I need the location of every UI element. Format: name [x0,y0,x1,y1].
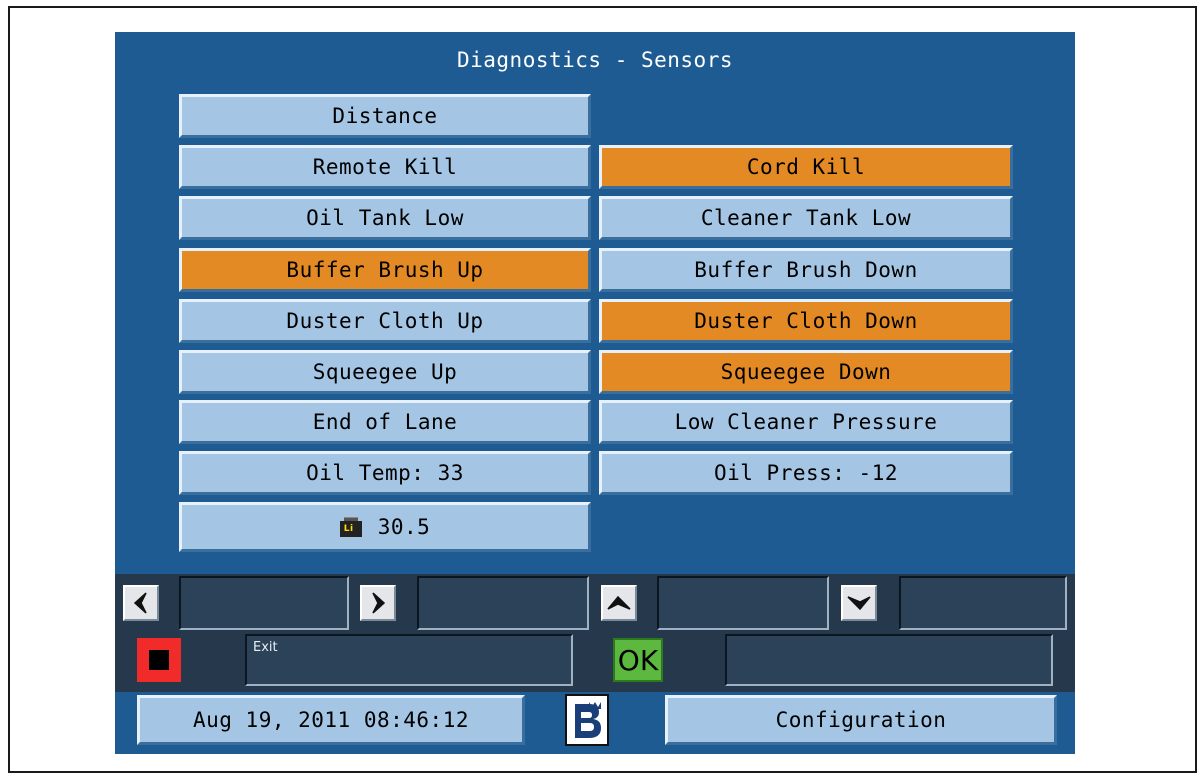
sensor-duster-cloth-down[interactable]: Duster Cloth Down [599,299,1013,343]
status-field [725,634,1053,686]
battery-icon: Li [339,517,362,537]
sensor-cleaner-tank-low[interactable]: Cleaner Tank Low [599,196,1013,240]
nav-slot-2 [417,576,589,630]
right-arrow-icon [372,592,386,614]
sensor-low-cleaner-pressure[interactable]: Low Cleaner Pressure [599,400,1013,444]
brand-logo[interactable] [565,694,609,746]
sensor-oil-tank-low[interactable]: Oil Tank Low [179,196,591,240]
datetime-display[interactable]: Aug 19, 2011 08:46:12 [137,695,525,745]
nav-slot-3 [657,576,829,630]
sensor-squeegee-down[interactable]: Squeegee Down [599,350,1013,394]
battery-value: 30.5 [377,515,431,539]
sensor-oil-press[interactable]: Oil Press: -12 [599,451,1013,495]
diagnostics-screen: Diagnostics - Sensors Distance Remote Ki… [115,32,1075,754]
exit-field[interactable]: Exit [245,634,573,686]
left-arrow-button[interactable] [123,585,159,621]
down-arrow-button[interactable] [841,585,877,621]
sensor-cord-kill[interactable]: Cord Kill [599,145,1013,189]
down-arrow-icon [847,596,871,611]
battery-voltage-button[interactable]: Li 30.5 [179,502,591,552]
sensor-distance[interactable]: Distance [179,94,591,138]
left-arrow-icon [133,592,147,614]
sensor-squeegee-up[interactable]: Squeegee Up [179,350,591,394]
sensor-buffer-brush-down[interactable]: Buffer Brush Down [599,248,1013,292]
sensor-buffer-brush-up[interactable]: Buffer Brush Up [179,248,591,292]
sensor-oil-temp[interactable]: Oil Temp: 33 [179,451,591,495]
stop-button[interactable] [137,638,181,682]
sensor-duster-cloth-up[interactable]: Duster Cloth Up [179,299,591,343]
right-arrow-button[interactable] [360,585,396,621]
nav-slot-4 [899,576,1067,630]
sensor-end-of-lane[interactable]: End of Lane [179,400,591,444]
ok-button[interactable]: OK [613,638,663,682]
exit-label: Exit [253,640,278,655]
nav-slot-1 [179,576,349,630]
up-arrow-button[interactable] [601,585,637,621]
brand-logo-icon [572,702,602,738]
sensor-remote-kill[interactable]: Remote Kill [179,145,591,189]
configuration-button[interactable]: Configuration [665,695,1057,745]
page-title: Diagnostics - Sensors [456,48,733,72]
up-arrow-icon [607,595,631,610]
stop-icon [149,650,169,670]
